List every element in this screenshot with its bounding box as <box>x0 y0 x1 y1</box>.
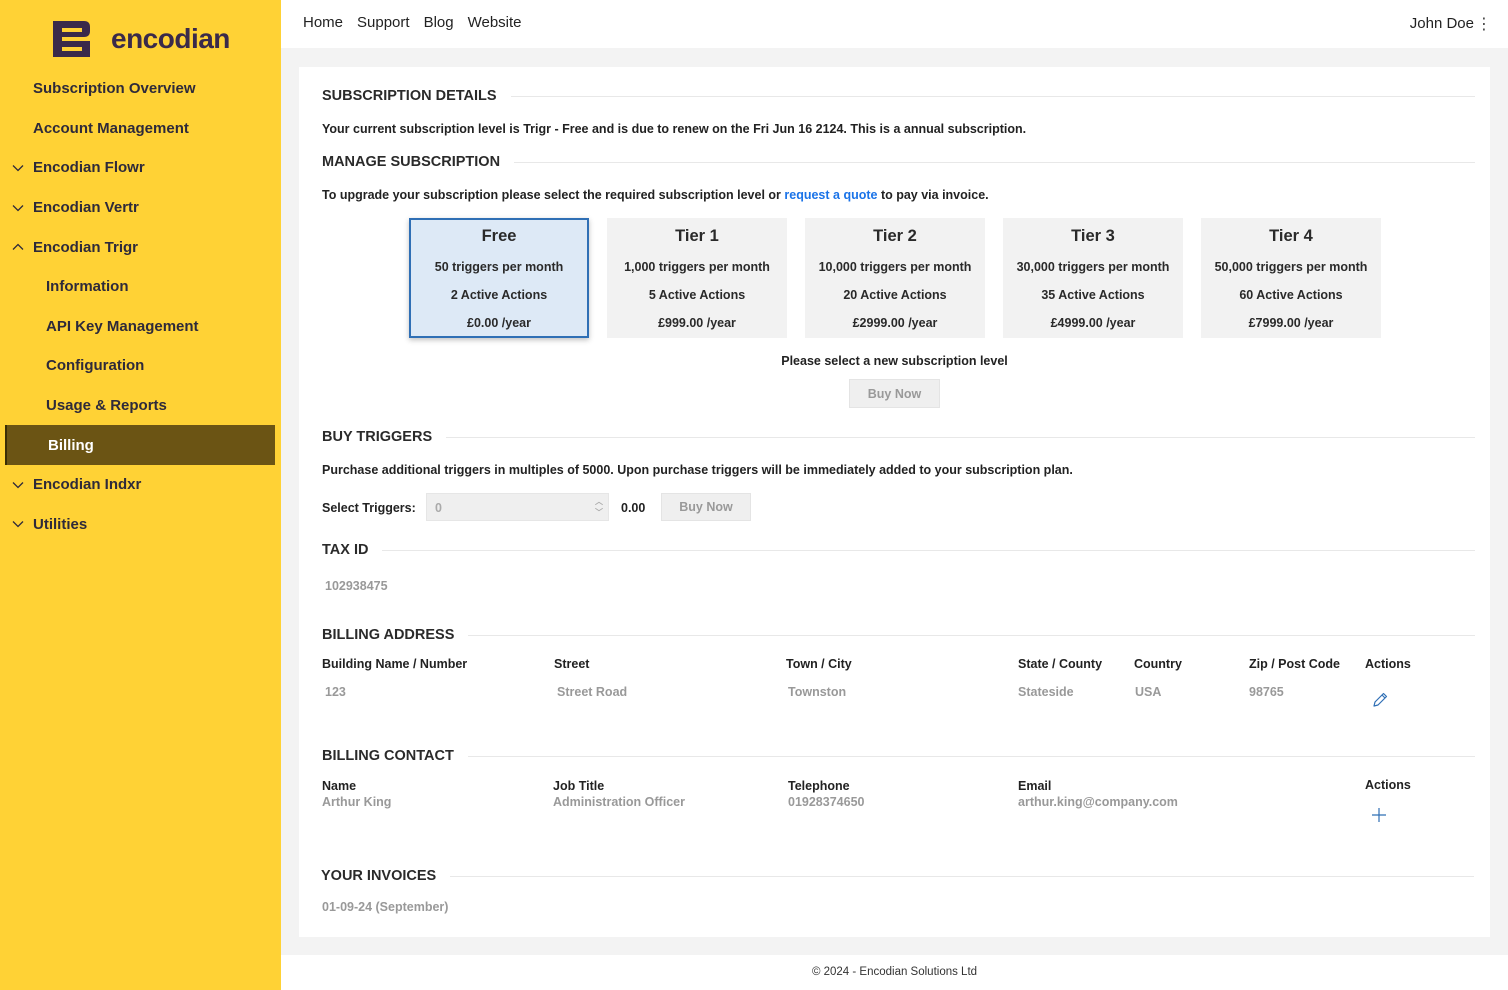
address-header-state: State / County <box>1018 657 1103 671</box>
sidebar-item-billing[interactable]: Billing <box>5 425 275 465</box>
address-header-building: Building Name / Number <box>322 657 468 671</box>
contact-header-job-title: Job Title <box>553 779 605 793</box>
billing-card: SUBSCRIPTION DETAILS Your current subscr… <box>299 67 1490 937</box>
sidebar-item-encodian-vertr[interactable]: Encodian Vertr <box>0 188 281 228</box>
divider <box>468 634 1475 636</box>
sidebar-item-account-management[interactable]: Account Management <box>0 109 281 149</box>
divider <box>446 436 1475 438</box>
tier-card-3[interactable]: Tier 3 30,000 triggers per month 35 Acti… <box>1003 218 1183 338</box>
user-name[interactable]: John Doe <box>1410 15 1474 32</box>
sidebar-item-configuration[interactable]: Configuration <box>0 346 281 386</box>
divider <box>510 95 1475 97</box>
nav-link-home[interactable]: Home <box>303 14 343 31</box>
buy-subscription-button[interactable]: Buy Now <box>849 379 940 408</box>
address-building-value: 123 <box>325 685 346 699</box>
buy-triggers-button[interactable]: Buy Now <box>661 493 751 521</box>
tier-options: Free 50 triggers per month 2 Active Acti… <box>409 218 1381 338</box>
contact-header-telephone: Telephone <box>788 779 850 793</box>
contact-header-actions: Actions <box>1365 778 1411 792</box>
add-plus-icon[interactable] <box>1370 806 1388 824</box>
sidebar-item-encodian-trigr[interactable]: Encodian Trigr <box>0 227 281 267</box>
buy-triggers-text: Purchase additional triggers in multiple… <box>322 463 1073 477</box>
address-header-actions: Actions <box>1365 657 1411 671</box>
subscription-status-text: Your current subscription level is Trigr… <box>322 122 1027 136</box>
contact-header-email: Email <box>1018 779 1052 793</box>
sidebar-item-subscription-overview[interactable]: Subscription Overview <box>0 69 281 109</box>
tax-id-value: 102938475 <box>325 579 388 593</box>
your-invoices-heading: YOUR INVOICES <box>321 868 1474 884</box>
tier-card-free[interactable]: Free 50 triggers per month 2 Active Acti… <box>409 218 589 338</box>
tax-id-heading: TAX ID <box>322 542 1475 558</box>
select-triggers-label: Select Triggers: <box>322 501 416 515</box>
request-quote-link[interactable]: request a quote <box>784 188 877 202</box>
address-header-country: Country <box>1134 657 1182 671</box>
sidebar-item-information[interactable]: Information <box>0 267 281 307</box>
sidebar-item-utilities[interactable]: Utilities <box>0 505 281 545</box>
select-level-prompt: Please select a new subscription level <box>781 354 1008 368</box>
chevron-up-icon <box>12 243 24 251</box>
manage-subscription-heading: MANAGE SUBSCRIPTION <box>322 154 1475 170</box>
top-bar: Home Support Blog Website John Doe ⋮ <box>281 0 1508 48</box>
sidebar-item-encodian-flowr[interactable]: Encodian Flowr <box>0 148 281 188</box>
brand-name: encodian <box>111 23 230 54</box>
brand-logo[interactable]: encodian <box>50 18 230 60</box>
sidebar-item-usage-reports[interactable]: Usage & Reports <box>0 386 281 426</box>
address-zip-value: 98765 <box>1249 685 1284 699</box>
divider <box>382 549 1475 551</box>
chevron-down-icon <box>12 481 24 489</box>
upgrade-instructions: To upgrade your subscription please sele… <box>322 188 989 202</box>
subscription-details-heading: SUBSCRIPTION DETAILS <box>322 88 1475 104</box>
tier-card-1[interactable]: Tier 1 1,000 triggers per month 5 Active… <box>607 218 787 338</box>
billing-address-heading: BILLING ADDRESS <box>322 627 1475 643</box>
contact-name-value: Arthur King <box>322 795 392 809</box>
tier-card-4[interactable]: Tier 4 50,000 triggers per month 60 Acti… <box>1201 218 1381 338</box>
contact-telephone-value: 01928374650 <box>788 795 865 809</box>
encodian-logo-icon <box>50 19 92 59</box>
divider <box>450 875 1474 877</box>
address-header-street: Street <box>554 657 590 671</box>
stepper-down-icon[interactable]: ﹀ <box>594 507 604 518</box>
quantity-stepper[interactable]: ︿ ﹀ <box>594 496 604 518</box>
stepper-up-icon[interactable]: ︿ <box>594 496 604 507</box>
triggers-total: 0.00 <box>621 501 646 515</box>
sidebar-item-encodian-indxr[interactable]: Encodian Indxr <box>0 465 281 505</box>
buy-triggers-heading: BUY TRIGGERS <box>322 429 1475 445</box>
address-street-value: Street Road <box>557 685 628 699</box>
sidebar-item-api-key-management[interactable]: API Key Management <box>0 307 281 347</box>
contact-header-name: Name <box>322 779 357 793</box>
divider <box>514 161 1475 163</box>
billing-contact-heading: BILLING CONTACT <box>322 748 1475 764</box>
address-country-value: USA <box>1135 685 1162 699</box>
divider <box>467 755 1475 757</box>
chevron-down-icon <box>12 204 24 211</box>
address-header-zip: Zip / Post Code <box>1249 657 1340 671</box>
address-town-value: Townston <box>788 685 847 699</box>
chevron-down-icon <box>12 521 24 528</box>
nav-link-support[interactable]: Support <box>357 14 410 31</box>
copyright-text: © 2024 - Encodian Solutions Ltd <box>811 966 978 978</box>
contact-email-value: arthur.king@company.com <box>1018 795 1178 809</box>
invoice-item[interactable]: 01-09-24 (September) <box>322 900 448 914</box>
edit-pencil-icon[interactable] <box>1371 691 1389 709</box>
nav-link-website[interactable]: Website <box>468 14 522 31</box>
contact-job-title-value: Administration Officer <box>553 795 685 809</box>
top-nav: Home Support Blog Website <box>303 14 522 31</box>
more-vertical-icon[interactable]: ⋮ <box>1476 14 1492 34</box>
footer: © 2024 - Encodian Solutions Ltd <box>281 955 1508 990</box>
nav-link-blog[interactable]: Blog <box>424 14 454 31</box>
address-state-value: Stateside <box>1018 685 1074 699</box>
sidebar-nav: Subscription Overview Account Management… <box>0 69 281 544</box>
sidebar: encodian Subscription Overview Account M… <box>0 0 281 990</box>
address-header-town: Town / City <box>786 657 852 671</box>
chevron-down-icon <box>12 165 24 172</box>
tier-card-2[interactable]: Tier 2 10,000 triggers per month 20 Acti… <box>805 218 985 338</box>
triggers-quantity-input[interactable]: 0 ︿ ﹀ <box>426 493 609 521</box>
